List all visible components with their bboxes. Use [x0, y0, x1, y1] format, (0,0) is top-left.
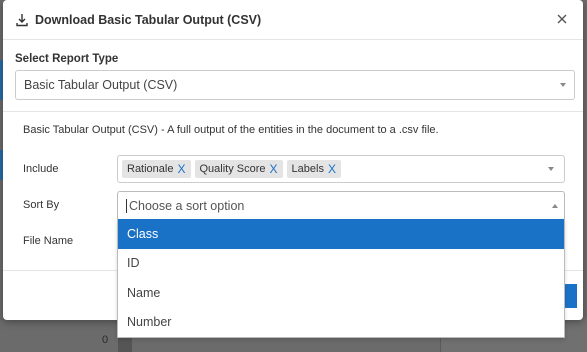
- sort-option-class[interactable]: Class: [118, 219, 564, 249]
- remove-tag-button[interactable]: X: [328, 162, 336, 176]
- sort-options-listbox: Class ID Name Number: [117, 219, 565, 338]
- text-cursor: [126, 198, 127, 213]
- close-icon[interactable]: [557, 13, 567, 27]
- divider: [3, 111, 583, 112]
- report-description: Basic Tabular Output (CSV) - A full outp…: [23, 124, 439, 136]
- include-tag: Labels X: [286, 160, 341, 178]
- include-label: Include: [23, 163, 59, 175]
- report-type-label: Select Report Type: [15, 53, 119, 65]
- chevron-down-icon: [548, 167, 554, 171]
- report-type-value: Basic Tabular Output (CSV): [24, 78, 178, 92]
- remove-tag-button[interactable]: X: [177, 162, 185, 176]
- modal-title: Download Basic Tabular Output (CSV): [15, 13, 261, 27]
- download-button[interactable]: [563, 284, 577, 308]
- background-row-number: 0: [102, 334, 109, 346]
- modal-title-text: Download Basic Tabular Output (CSV): [35, 12, 262, 27]
- modal-header: Download Basic Tabular Output (CSV): [3, 0, 583, 40]
- chevron-down-icon: [560, 83, 566, 87]
- sort-by-input[interactable]: Choose a sort option: [117, 191, 565, 219]
- file-name-label: File Name: [23, 235, 74, 247]
- download-icon: [15, 13, 29, 27]
- sort-by-label: Sort By: [23, 199, 60, 211]
- report-type-select[interactable]: Basic Tabular Output (CSV): [15, 70, 575, 100]
- sort-by-placeholder: Choose a sort option: [129, 198, 245, 213]
- sort-option-number[interactable]: Number: [118, 308, 564, 338]
- sort-option-id[interactable]: ID: [118, 249, 564, 279]
- chevron-up-icon: [552, 203, 558, 208]
- remove-tag-button[interactable]: X: [270, 162, 278, 176]
- close-button[interactable]: [553, 11, 571, 29]
- tag-label: Labels: [291, 163, 324, 175]
- include-tag: Rationale X: [122, 160, 191, 178]
- include-multiselect[interactable]: Rationale X Quality Score X Labels X: [117, 155, 565, 183]
- tag-label: Quality Score: [199, 163, 266, 175]
- include-tag: Quality Score X: [194, 160, 283, 178]
- tag-label: Rationale: [127, 163, 174, 175]
- sort-option-name[interactable]: Name: [118, 278, 564, 308]
